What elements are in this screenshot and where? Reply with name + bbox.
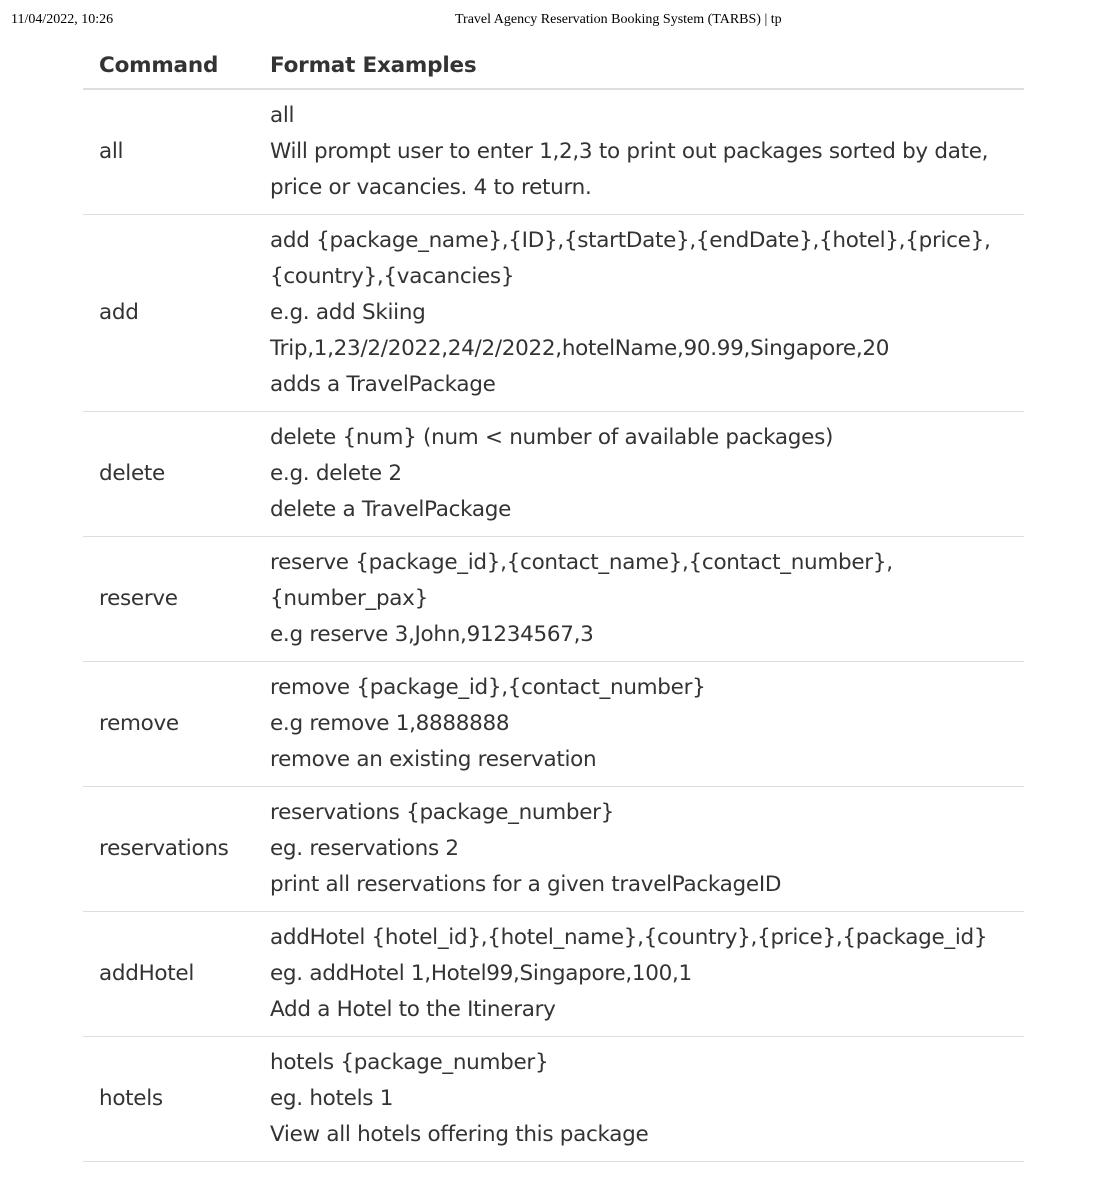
format-example-line: View all hotels offering this package — [270, 1122, 649, 1147]
table-row: all all Will prompt user to enter 1,2,3 to… — [83, 89, 1024, 215]
command-table: Command Format Examples all all Will promp… — [83, 44, 1024, 1162]
format-example-line: e.g. delete 2 — [270, 461, 402, 486]
table-row: hotels hotels {package_number} eg. hotels … — [83, 1036, 1024, 1162]
format-example-line: e.g reserve 3,John,91234567,3 — [270, 622, 594, 647]
format-examples-cell: reservations {package_number} eg. reserva… — [254, 786, 1024, 912]
print-datetime: 11/04/2022, 10:26 — [11, 12, 114, 27]
command-cell: addHotel — [83, 911, 254, 1037]
command-cell: delete — [83, 411, 254, 537]
table-row: add add {package_name},{ID},{startDate},{… — [83, 214, 1024, 412]
format-example-line: reservations {package_number} — [270, 800, 615, 825]
format-example-line: remove an existing reservation — [270, 747, 597, 772]
table-row: reserve reserve {package_id},{contact_nam… — [83, 536, 1024, 662]
format-examples-cell: addHotel {hotel_id},{hotel_name},{countr… — [254, 911, 1024, 1037]
format-examples-cell: delete {num} (num < number of available … — [254, 411, 1024, 537]
print-page-title: Travel Agency Reservation Booking System… — [455, 12, 782, 27]
column-header-command: Command — [83, 44, 254, 90]
format-example-line: addHotel {hotel_id},{hotel_name},{countr… — [270, 925, 988, 950]
format-example-line: all — [270, 103, 295, 128]
format-example-line: print all reservations for a given trave… — [270, 872, 782, 897]
format-examples-cell: add {package_name},{ID},{startDate},{end… — [254, 214, 1024, 412]
format-example-line: e.g. add Skiing Trip,1,23/2/2022,24/2/20… — [270, 300, 890, 361]
command-cell: remove — [83, 661, 254, 787]
format-example-line: Will prompt user to enter 1,2,3 to print… — [270, 139, 989, 200]
command-cell: hotels — [83, 1036, 254, 1162]
format-example-line: eg. reservations 2 — [270, 836, 459, 861]
table-row: reservations reservations {package_number… — [83, 786, 1024, 912]
table-row: remove remove {package_id},{contact_numbe… — [83, 661, 1024, 787]
format-examples-cell: hotels {package_number} eg. hotels 1 View … — [254, 1036, 1024, 1162]
command-cell: all — [83, 89, 254, 215]
format-examples-cell: reserve {package_id},{contact_name},{con… — [254, 536, 1024, 662]
format-example-line: delete {num} (num < number of available … — [270, 425, 834, 450]
command-cell: reservations — [83, 786, 254, 912]
format-examples-cell: all Will prompt user to enter 1,2,3 to pr… — [254, 89, 1024, 215]
table-body: all all Will prompt user to enter 1,2,3 to… — [83, 89, 1024, 1162]
format-example-line: delete a TravelPackage — [270, 497, 512, 522]
column-header-format-examples: Format Examples — [254, 44, 1024, 90]
format-example-line: add {package_name},{ID},{startDate},{end… — [270, 228, 991, 289]
format-examples-cell: remove {package_id},{contact_number} e.g … — [254, 661, 1024, 787]
format-example-line: Add a Hotel to the Itinerary — [270, 997, 556, 1022]
format-example-line: e.g remove 1,8888888 — [270, 711, 510, 736]
table-header-row: Command Format Examples — [83, 44, 1024, 90]
table-row: delete delete {num} (num < number of avai… — [83, 411, 1024, 537]
command-cell: add — [83, 214, 254, 412]
command-cell: reserve — [83, 536, 254, 662]
print-header: 11/04/2022, 10:26 Travel Agency Reservat… — [0, 12, 1106, 32]
table-row: addHotel addHotel {hotel_id},{hotel_name}… — [83, 911, 1024, 1037]
format-example-line: adds a TravelPackage — [270, 372, 496, 397]
format-example-line: reserve {package_id},{contact_name},{con… — [270, 550, 893, 611]
format-example-line: eg. addHotel 1,Hotel99,Singapore,100,1 — [270, 961, 692, 986]
format-example-line: remove {package_id},{contact_number} — [270, 675, 706, 700]
format-example-line: hotels {package_number} — [270, 1050, 549, 1075]
format-example-line: eg. hotels 1 — [270, 1086, 394, 1111]
